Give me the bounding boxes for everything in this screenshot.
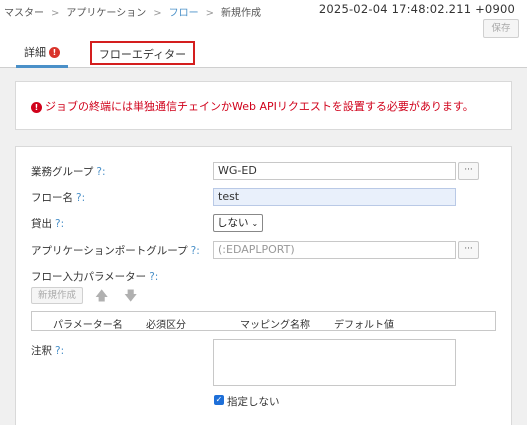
alert-message-text: ジョブの終端には単独通信チェインかWeb APIリクエストを設置する必要がありま… <box>45 100 474 113</box>
error-badge-icon: ! <box>49 47 60 58</box>
note-textarea[interactable] <box>213 339 456 386</box>
flow-name-label: フロー名?: <box>31 190 85 205</box>
group-input[interactable]: WG-ED <box>213 162 456 180</box>
column-header: 必須区分 <box>146 320 186 331</box>
move-down-arrow-icon[interactable]: 🡇 <box>124 287 137 309</box>
breadcrumb-item-flow[interactable]: フロー <box>169 8 199 19</box>
checkbox-unspecified-label[interactable]: 指定しない <box>227 394 280 409</box>
port-group-label: アプリケーションポートグループ?: <box>31 243 200 258</box>
new-param-button[interactable]: 新規作成 <box>31 287 83 304</box>
port-group-browse-button[interactable]: ··· <box>458 241 479 259</box>
timestamp: 2025-02-04 17:48:02.211 +0900 <box>318 2 515 16</box>
port-group-input[interactable]: (:EDAPLPORT) <box>213 241 456 259</box>
params-label-text: フロー入力パラメーター <box>31 271 147 283</box>
flow-name-input[interactable]: test <box>213 188 456 206</box>
help-icon[interactable]: ?: <box>96 166 105 178</box>
port-group-label-text: アプリケーションポートグループ <box>31 245 188 257</box>
lend-select[interactable]: しない ⌄ <box>213 214 263 232</box>
lend-label-text: 貸出 <box>31 218 52 230</box>
checkbox-unspecified[interactable]: ✓ <box>214 395 224 405</box>
column-header: パラメーター名 <box>53 320 123 331</box>
lend-label: 貸出?: <box>31 216 64 231</box>
tab-details-label: 詳細 <box>24 46 46 59</box>
group-browse-button[interactable]: ··· <box>458 162 479 180</box>
help-icon[interactable]: ?: <box>191 245 200 257</box>
note-label-text: 注釈 <box>31 345 52 357</box>
help-icon[interactable]: ?: <box>149 271 158 283</box>
breadcrumb: マスター > アプリケーション > フロー > 新規作成 <box>4 4 261 19</box>
note-label: 注釈?: <box>31 343 64 358</box>
group-label-text: 業務グループ <box>31 166 94 178</box>
breadcrumb-item-current: 新規作成 <box>220 8 261 19</box>
column-header: マッピング名称 <box>240 320 310 331</box>
lend-select-value: しない <box>217 217 249 229</box>
breadcrumb-separator: > <box>51 8 60 19</box>
breadcrumb-item-application[interactable]: アプリケーション <box>66 8 146 19</box>
column-header: デフォルト値 <box>334 320 394 331</box>
save-button[interactable]: 保存 <box>483 19 519 38</box>
help-icon[interactable]: ?: <box>55 345 64 357</box>
breadcrumb-separator: > <box>153 8 162 19</box>
group-label: 業務グループ?: <box>31 164 106 179</box>
flow-name-label-text: フロー名 <box>31 192 73 204</box>
chevron-down-icon: ⌄ <box>251 219 259 228</box>
params-label: フロー入力パラメーター?: <box>31 269 158 284</box>
help-icon[interactable]: ?: <box>55 218 64 230</box>
tab-flow-editor[interactable]: フローエディター <box>90 41 195 65</box>
breadcrumb-separator: > <box>205 8 214 19</box>
help-icon[interactable]: ?: <box>76 192 85 204</box>
alert-message: ! ジョブの終端には単独通信チェインかWeb APIリクエストを設置する必要があり… <box>31 98 474 114</box>
error-icon: ! <box>31 102 42 113</box>
tab-bar <box>0 40 527 68</box>
tab-details[interactable]: 詳細! <box>16 42 68 68</box>
breadcrumb-item-master[interactable]: マスター <box>4 8 44 19</box>
move-up-arrow-icon[interactable]: 🡅 <box>95 287 108 309</box>
